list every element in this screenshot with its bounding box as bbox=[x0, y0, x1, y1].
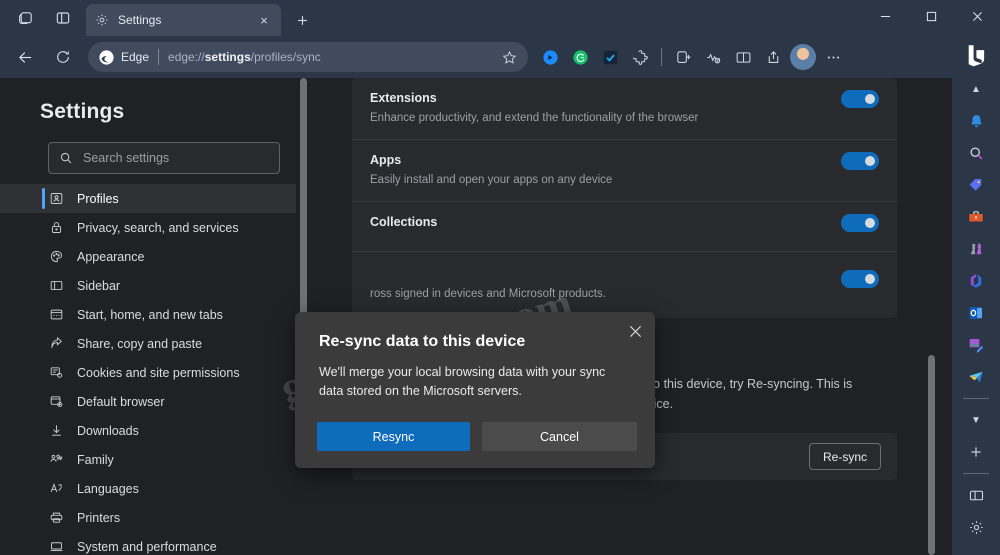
notifications-icon[interactable] bbox=[960, 106, 992, 136]
browser-window: Settings × Edge edge://settings/profiles… bbox=[0, 0, 1000, 555]
avatar[interactable] bbox=[789, 43, 817, 71]
favorite-star-icon[interactable] bbox=[496, 44, 522, 70]
tab-actions-icon[interactable] bbox=[46, 3, 80, 33]
split-screen-icon[interactable] bbox=[729, 43, 757, 71]
cancel-button[interactable]: Cancel bbox=[482, 422, 637, 451]
games-icon[interactable] bbox=[960, 234, 992, 264]
sidebar-settings-icon[interactable] bbox=[960, 512, 992, 542]
tab-settings[interactable]: Settings × bbox=[86, 4, 281, 36]
share-icon[interactable] bbox=[759, 43, 787, 71]
page-viewport: Settings Profiles bbox=[0, 78, 952, 555]
titlebar-left-icons bbox=[0, 0, 80, 36]
extension-icon-grammarly[interactable] bbox=[566, 43, 594, 71]
url-text: edge://settings/profiles/sync bbox=[168, 50, 321, 64]
dialog-body: We'll merge your local browsing data wit… bbox=[319, 365, 606, 399]
extension-icon-blue[interactable] bbox=[536, 43, 564, 71]
extension-icon-checkmark[interactable] bbox=[596, 43, 624, 71]
drop-icon[interactable] bbox=[960, 362, 992, 392]
close-button[interactable] bbox=[954, 0, 1000, 32]
browser-essentials-icon[interactable] bbox=[699, 43, 727, 71]
image-creator-icon[interactable] bbox=[960, 330, 992, 360]
dialog-actions: Resync Cancel bbox=[317, 422, 637, 451]
tab-title: Settings bbox=[118, 13, 162, 27]
edge-brand: Edge bbox=[98, 49, 149, 66]
omnibox-divider bbox=[158, 49, 160, 65]
rail-divider-2 bbox=[963, 473, 989, 474]
toolbar-extensions bbox=[536, 43, 847, 71]
resync-dialog: Re-sync data to this device We'll merge … bbox=[295, 312, 655, 468]
search-icon[interactable] bbox=[960, 138, 992, 168]
collections-icon[interactable] bbox=[669, 43, 697, 71]
address-bar[interactable]: Edge edge://settings/profiles/sync bbox=[88, 42, 528, 72]
add-tool-icon[interactable] bbox=[960, 437, 992, 467]
shopping-tag-icon[interactable] bbox=[960, 170, 992, 200]
maximize-button[interactable] bbox=[908, 0, 954, 32]
microsoft-365-icon[interactable] bbox=[960, 266, 992, 296]
tools-icon[interactable] bbox=[960, 202, 992, 232]
bing-copilot-icon[interactable] bbox=[959, 40, 993, 70]
back-button[interactable] bbox=[9, 41, 41, 73]
collapse-rail-icon[interactable]: ▲ bbox=[960, 74, 992, 104]
window-controls bbox=[862, 0, 1000, 36]
dialog-close-icon[interactable] bbox=[623, 319, 647, 343]
more-options-icon[interactable] bbox=[819, 43, 847, 71]
refresh-button[interactable] bbox=[47, 41, 79, 73]
outlook-icon[interactable] bbox=[960, 298, 992, 328]
toolbar-divider bbox=[661, 48, 662, 66]
workspaces-icon[interactable] bbox=[8, 3, 42, 33]
tab-close-icon[interactable]: × bbox=[255, 11, 273, 29]
customize-sidebar-icon[interactable] bbox=[960, 480, 992, 510]
edge-sidebar-rail: ▲ ▼ bbox=[952, 36, 1000, 555]
dialog-title: Re-sync data to this device bbox=[319, 333, 526, 350]
extension-icon-puzzle[interactable] bbox=[626, 43, 654, 71]
navigation-bar: Edge edge://settings/profiles/sync bbox=[0, 36, 1000, 78]
rail-divider bbox=[963, 398, 989, 399]
modal-overlay: geekchamp.com Re-sync data to this devic… bbox=[0, 78, 952, 555]
resync-confirm-button[interactable]: Resync bbox=[317, 422, 470, 451]
gear-icon bbox=[94, 12, 110, 28]
new-tab-button[interactable] bbox=[287, 5, 317, 35]
minimize-button[interactable] bbox=[862, 0, 908, 32]
more-tools-icon[interactable]: ▼ bbox=[960, 405, 992, 435]
edge-brand-label: Edge bbox=[121, 50, 150, 64]
title-bar: Settings × bbox=[0, 0, 1000, 36]
